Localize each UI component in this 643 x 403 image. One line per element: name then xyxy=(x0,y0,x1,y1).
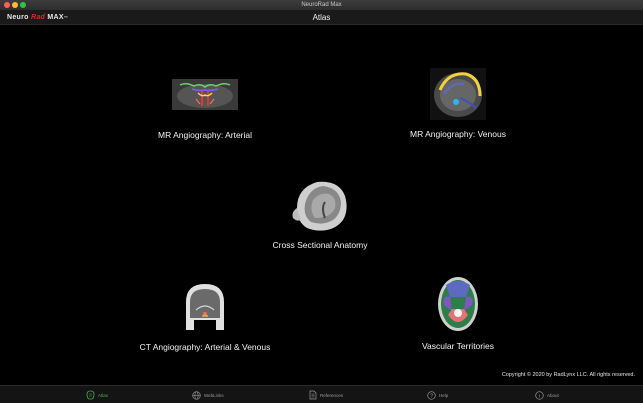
mr-arterial-thumbnail xyxy=(172,79,238,110)
info-icon: i xyxy=(535,390,544,400)
document-icon xyxy=(309,390,317,400)
logo-rad: Rad xyxy=(30,14,46,21)
logo-neuro: Neuro xyxy=(7,14,31,21)
vascular-territories-thumbnail xyxy=(436,275,480,333)
tile-mr-angiography-venous[interactable]: MR Angiography: Venous xyxy=(393,68,523,139)
window-title: NeuroRad Max xyxy=(301,2,342,8)
tab-atlas[interactable]: Atlas xyxy=(86,389,108,401)
tile-label: MR Angiography: Arterial xyxy=(157,130,253,140)
question-icon: ? xyxy=(427,390,436,400)
tile-label: Vascular Territories xyxy=(422,341,494,351)
tile-mr-angiography-arterial[interactable]: MR Angiography: Arterial xyxy=(140,79,270,140)
page-title: Atlas xyxy=(312,13,331,22)
tab-label: References xyxy=(320,392,344,398)
tab-label: Help xyxy=(439,392,449,398)
tab-label: WebLinks xyxy=(204,392,224,398)
svg-text:i: i xyxy=(539,393,541,399)
tab-weblinks[interactable]: WebLinks xyxy=(192,389,224,401)
tile-cross-sectional-anatomy[interactable]: Cross Sectional Anatomy xyxy=(255,178,385,250)
logo-trademark: ™ xyxy=(63,15,69,20)
tab-references[interactable]: References xyxy=(309,389,343,401)
mr-venous-thumbnail xyxy=(430,68,486,120)
copyright-notice: Copyright © 2020 by RadLynx LLC. All rig… xyxy=(501,372,635,378)
tile-label: CT Angiography: Arterial & Venous xyxy=(139,342,271,352)
tile-label: MR Angiography: Venous xyxy=(410,129,506,139)
svg-text:?: ? xyxy=(430,393,433,399)
tab-bar: Atlas WebLinks References ? Help i About xyxy=(0,385,643,403)
tab-about[interactable]: i About xyxy=(535,389,559,401)
tab-help[interactable]: ? Help xyxy=(427,389,448,401)
navigation-bar: Neuro Rad MAX™ Atlas xyxy=(0,11,643,25)
cross-sectional-thumbnail xyxy=(287,178,353,234)
globe-icon xyxy=(192,390,201,400)
tile-ct-angiography[interactable]: CT Angiography: Arterial & Venous xyxy=(120,280,290,352)
logo-max: MAX xyxy=(45,14,64,21)
app-logo: Neuro Rad MAX™ xyxy=(7,11,68,24)
window-titlebar: NeuroRad Max xyxy=(0,0,643,11)
ct-angiography-thumbnail xyxy=(180,280,230,332)
tile-label: Cross Sectional Anatomy xyxy=(272,240,368,250)
tab-label: About xyxy=(547,392,559,398)
atlas-icon xyxy=(86,390,95,400)
tab-label: Atlas xyxy=(98,392,109,398)
tile-vascular-territories[interactable]: Vascular Territories xyxy=(393,275,523,351)
